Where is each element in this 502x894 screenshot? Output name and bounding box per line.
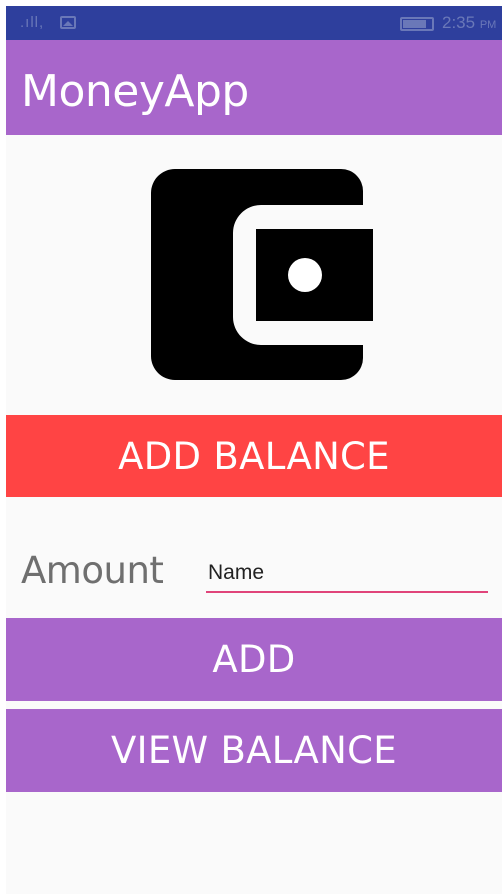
amount-label: Amount — [21, 549, 164, 592]
main-content: ADD BALANCE Amount ADD VIEW BALANCE — [6, 135, 502, 894]
view-balance-button[interactable]: VIEW BALANCE — [6, 709, 502, 792]
wallet-icon — [151, 169, 373, 380]
battery-level — [403, 20, 426, 28]
amount-input[interactable] — [206, 555, 488, 593]
image-icon — [60, 16, 76, 29]
signal-icon: .ıll, — [20, 14, 45, 31]
add-balance-button[interactable]: ADD BALANCE — [6, 415, 502, 497]
clock: 2:35 PM — [442, 13, 496, 33]
add-button[interactable]: ADD — [6, 618, 502, 701]
clock-ampm: PM — [479, 19, 497, 31]
app-bar: MoneyApp — [6, 40, 502, 135]
battery-icon — [400, 17, 434, 31]
app-title: MoneyApp — [21, 66, 249, 117]
status-bar: .ıll, 2:35 PM — [6, 6, 502, 40]
clock-time: 2:35 — [442, 13, 476, 32]
